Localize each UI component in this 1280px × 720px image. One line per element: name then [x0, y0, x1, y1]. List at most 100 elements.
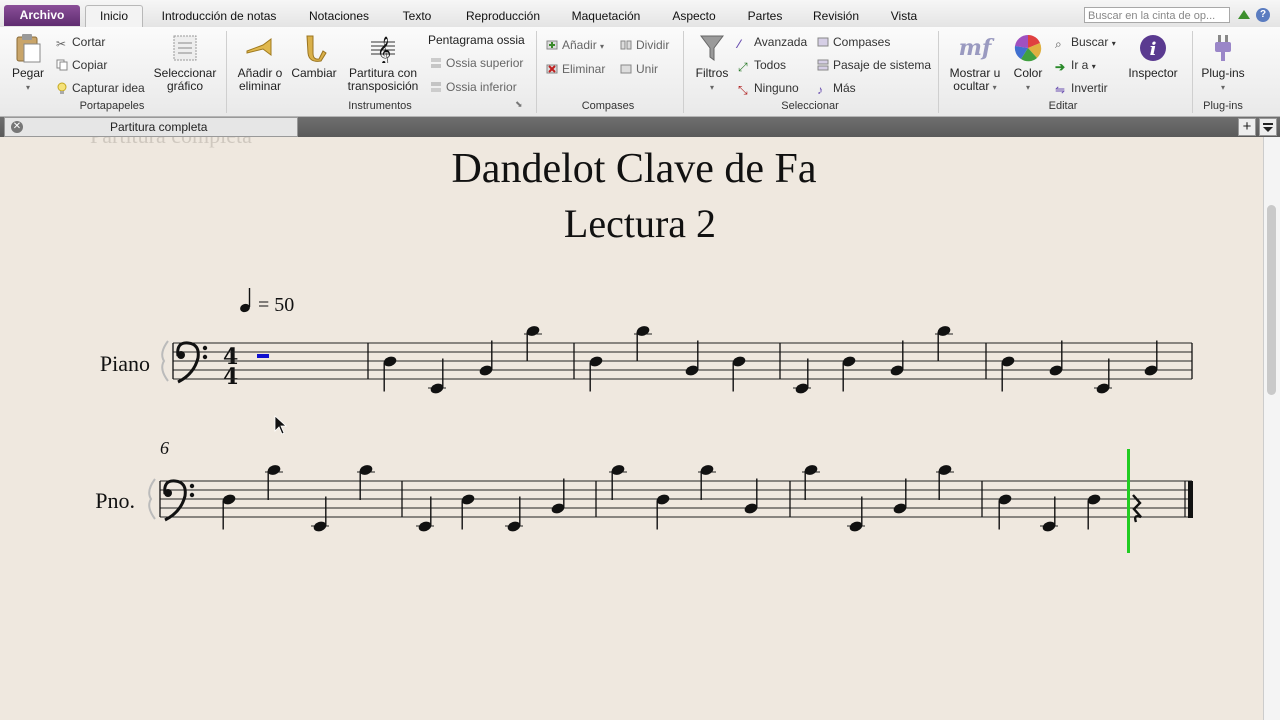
document-tab-bar: ✕ Partitura completa + — [0, 117, 1280, 137]
add-remove-instruments-button[interactable]: Añadir o eliminar — [232, 33, 288, 93]
group-label-portapapeles: Portapapeles — [79, 100, 145, 112]
cut-button[interactable]: ✂ Cortar — [56, 35, 106, 51]
inspector-button[interactable]: i Inspector — [1124, 33, 1182, 80]
add-remove-label-2: eliminar — [238, 79, 281, 93]
document-tab-full-score[interactable]: ✕ Partitura completa — [4, 117, 298, 137]
lightbulb-icon — [57, 82, 67, 94]
select-system-passage-button[interactable]: Pasaje de sistema — [817, 58, 931, 72]
color-wheel-icon — [1014, 34, 1042, 62]
final-barline[interactable] — [1188, 481, 1193, 518]
tab-vista[interactable]: Vista — [880, 6, 928, 26]
tab-maquetacion[interactable]: Maquetación — [562, 6, 650, 26]
group-separator — [683, 31, 684, 113]
tab-inicio[interactable]: Inicio — [85, 5, 143, 28]
select-none-label: Ninguno — [754, 81, 799, 95]
tab-archivo[interactable]: Archivo — [4, 5, 80, 26]
select-none-button[interactable]: ⤡ Ninguno — [738, 81, 799, 97]
mf-dynamic-icon: mf — [958, 35, 992, 61]
tab-introduccion-notas[interactable]: Introducción de notas — [152, 6, 286, 26]
show-hide-button[interactable]: mf Mostrar u ocultar ▾ — [944, 33, 1006, 94]
help-icon[interactable]: ? — [1256, 8, 1270, 22]
staff-systems[interactable] — [148, 324, 1193, 553]
select-advanced-button[interactable]: ⁄ Avanzada — [738, 35, 808, 51]
change-label: Cambiar — [291, 66, 337, 80]
add-bars-label: Añadir — [562, 38, 597, 52]
ossia-above-icon — [431, 58, 441, 68]
arrow-right-icon: ➔ — [1055, 60, 1066, 74]
select-more-button[interactable]: ♪ Más — [817, 81, 856, 97]
plugins-button[interactable]: Plug-ins ▾ — [1196, 33, 1250, 94]
treble-clef-icon: 𝄞 — [371, 36, 395, 63]
dialog-launcher-icon[interactable]: ⬊ — [515, 99, 523, 110]
tempo-marking[interactable]: = 50 — [239, 288, 294, 316]
scrollbar-thumb[interactable] — [1267, 205, 1276, 395]
copy-label: Copiar — [72, 58, 108, 72]
ribbon-tab-bar: Archivo Inicio Introducción de notas Not… — [0, 0, 1280, 28]
saxophone-icon — [306, 35, 327, 62]
split-bar-button[interactable]: Dividir — [620, 38, 669, 52]
select-none-icon: ⤡ — [738, 83, 748, 97]
transposing-label-2: transposición — [347, 79, 419, 93]
ossia-below-icon — [431, 82, 441, 92]
plug-icon — [1215, 35, 1231, 61]
color-label: Color — [1013, 66, 1043, 80]
advanced-label: Avanzada — [754, 35, 808, 49]
ossia-above-button[interactable]: Ossia superior — [430, 56, 523, 70]
group-separator — [1192, 31, 1193, 113]
minimize-ribbon-icon[interactable] — [1238, 10, 1250, 19]
change-instrument-button[interactable]: Cambiar — [290, 33, 338, 80]
group-label-plugins: Plug-ins — [1203, 100, 1243, 112]
score-canvas: Partitura completa Dandelot Clave de Fa … — [90, 137, 1193, 553]
clipboard-icon — [16, 34, 41, 63]
cut-label: Cortar — [72, 35, 106, 49]
time-signature-bottom: 4 — [223, 364, 238, 390]
tab-reproduccion[interactable]: Reproducción — [456, 6, 550, 26]
select-graphic-label-1: Seleccionar — [153, 66, 217, 80]
svg-text:𝄞: 𝄞 — [377, 36, 391, 63]
join-bars-button[interactable]: Unir — [620, 62, 658, 76]
add-bars-button[interactable]: Añadir ▾ — [546, 38, 604, 52]
go-to-button[interactable]: ➔ Ir a ▾ — [1055, 58, 1096, 74]
ribbon-search-input[interactable]: Buscar en la cinta de op... — [1084, 7, 1230, 23]
delete-bars-button[interactable]: Eliminar — [546, 62, 605, 76]
new-tab-button[interactable]: + — [1238, 118, 1256, 136]
group-label-editar: Editar — [1048, 100, 1078, 112]
group-label-seleccionar: Seleccionar — [781, 100, 839, 112]
group-separator — [536, 31, 537, 113]
tab-menu-button[interactable] — [1259, 118, 1277, 136]
select-bars-button[interactable]: Compases — [817, 35, 890, 49]
plugins-label: Plug-ins — [1201, 66, 1245, 80]
tab-texto[interactable]: Texto — [392, 6, 442, 26]
tab-notaciones[interactable]: Notaciones — [298, 6, 380, 26]
filters-button[interactable]: Filtros ▾ — [690, 33, 734, 94]
tab-revision[interactable]: Revisión — [806, 6, 866, 26]
bass-clef-icon — [189, 492, 195, 498]
playback-line[interactable] — [1127, 449, 1130, 553]
select-graphic-button[interactable]: Seleccionar gráfico — [150, 33, 220, 93]
bass-clef-icon — [177, 351, 185, 359]
close-tab-icon[interactable]: ✕ — [11, 121, 23, 133]
paste-button[interactable]: Pegar ▾ — [6, 33, 50, 94]
bass-clef-icon — [176, 341, 200, 384]
copy-button[interactable]: Copiar — [56, 58, 107, 72]
instrument-name-short: Pno. — [95, 488, 135, 513]
bars-select-icon — [817, 37, 829, 47]
tab-partes[interactable]: Partes — [738, 6, 792, 26]
tab-aspecto[interactable]: Aspecto — [664, 6, 724, 26]
add-bar-icon — [546, 40, 558, 50]
select-all-button[interactable]: ⤢ Todos — [738, 58, 786, 74]
find-button[interactable]: ⌕ Buscar ▾ — [1055, 35, 1116, 51]
info-icon: i — [1140, 35, 1166, 61]
selected-rest[interactable] — [257, 354, 269, 358]
capture-idea-button[interactable]: Capturar idea — [56, 81, 145, 95]
ossia-above-label: Ossia superior — [446, 56, 524, 70]
transposing-score-button[interactable]: 𝄞 Partitura con transposición — [344, 33, 422, 93]
color-button[interactable]: Color ▾ — [1008, 33, 1048, 94]
invert-button[interactable]: ⇋ Invertir — [1055, 81, 1108, 97]
group-separator — [226, 31, 227, 113]
score-subtitle: Lectura 2 — [564, 201, 716, 246]
delete-bars-label: Eliminar — [562, 62, 606, 76]
add-remove-label-1: Añadir o — [237, 66, 283, 80]
ossia-below-button[interactable]: Ossia inferior — [430, 80, 517, 94]
system-passage-label: Pasaje de sistema — [833, 58, 932, 72]
